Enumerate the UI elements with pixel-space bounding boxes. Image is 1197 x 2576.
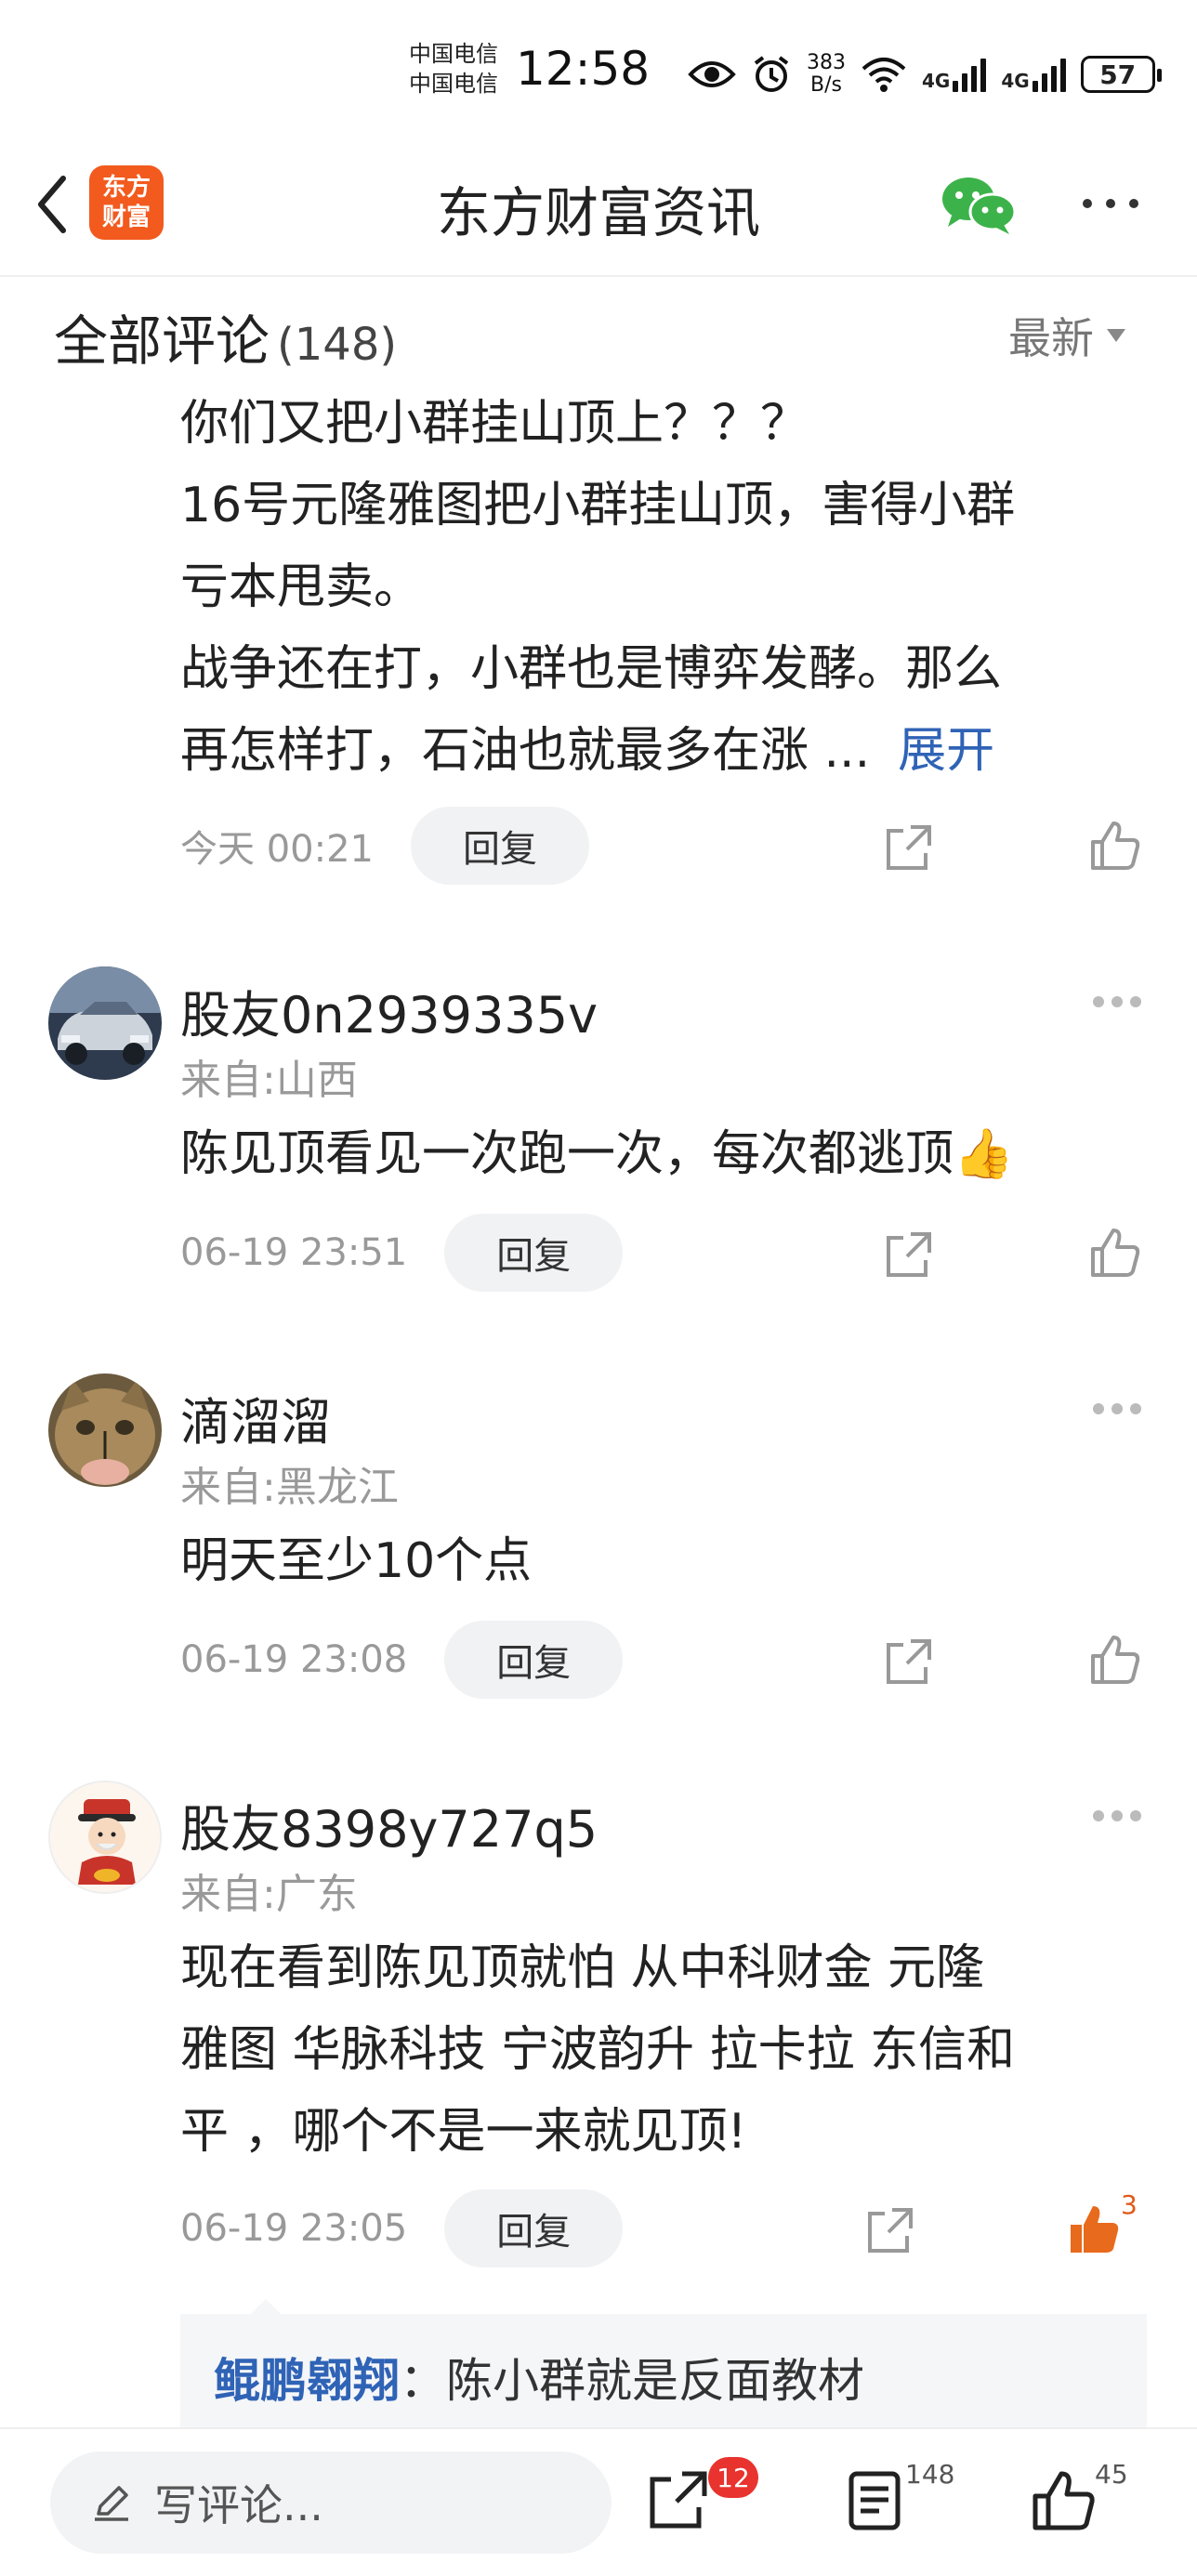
avatar[interactable]	[48, 966, 162, 1080]
more-options-icon[interactable]	[1093, 1403, 1149, 1422]
app-logo[interactable]: 东方 财富	[89, 165, 164, 240]
comment-line: 你们又把小群挂山顶上？？？	[180, 396, 809, 452]
sub-reply-pointer	[251, 2299, 281, 2314]
logo-line-2: 财富	[101, 204, 151, 231]
share-icon[interactable]	[883, 1636, 935, 1688]
sub-reply-text: 陈小群就是反面教材	[446, 2354, 864, 2408]
comment-time: 06-19 23:08	[180, 1638, 408, 1681]
avatar[interactable]	[48, 1781, 162, 1894]
like-count: 45	[1095, 2459, 1128, 2490]
fortune-god-avatar-image	[50, 1782, 160, 1892]
signal-bars-icon	[1032, 57, 1066, 92]
page-title: 东方财富资讯	[436, 181, 760, 244]
comment-time: 06-19 23:51	[180, 1231, 408, 1274]
comment-line: 16号元隆雅图把小群挂山顶，害得小群	[180, 478, 1016, 533]
comment-meta: 今天 00:21 回复	[180, 807, 589, 885]
eye-icon	[688, 61, 736, 87]
comment-line: 现在看到陈见顶就怕 从中科财金 元隆	[180, 1940, 985, 1996]
reply-button[interactable]: 回复	[444, 1621, 624, 1699]
expand-link[interactable]: 展开	[898, 723, 994, 779]
alarm-icon	[754, 56, 789, 92]
more-icon[interactable]	[1078, 180, 1143, 227]
comment-line: 亏本甩卖。	[180, 559, 423, 615]
reply-button[interactable]: 回复	[444, 1214, 624, 1292]
username[interactable]: 股友8398y727q5	[180, 1788, 598, 1861]
liked-icon[interactable]	[1067, 2202, 1121, 2256]
more-options-icon[interactable]	[1093, 1810, 1149, 1829]
signal-1-label: 4G	[922, 70, 951, 92]
comment-time: 今天 00:21	[180, 828, 374, 871]
logo-line-1: 东方	[101, 174, 151, 202]
status-time: 12:58	[516, 42, 651, 96]
comment-line: 战争还在打，小群也是博弈发酵。那么	[180, 641, 1003, 697]
comment-line-last: 再怎样打，石油也就最多在涨 ... 展开	[180, 723, 995, 779]
car-avatar-image	[48, 966, 162, 1080]
chevron-down-icon	[1107, 329, 1125, 342]
comment-line: 平 ，哪个不是一来就见顶!	[180, 2104, 747, 2160]
user-location: 来自:山西	[180, 1057, 358, 1104]
comments-header: 全部评论 (148)	[54, 297, 397, 375]
comment-text: 陈见顶看见一次跑一次，每次都逃顶👍	[180, 1126, 1014, 1182]
comments-count: (148)	[277, 319, 398, 371]
share-badge: 12	[708, 2457, 758, 2498]
avatar[interactable]	[48, 1373, 162, 1487]
wifi-icon	[862, 58, 906, 92]
net-speed: 383 B/s	[807, 52, 846, 97]
username[interactable]: 股友0n2939335v	[180, 974, 598, 1047]
edit-icon	[95, 2486, 128, 2521]
sort-dropdown[interactable]: 最新	[1008, 305, 1125, 366]
user-location: 来自:黑龙江	[180, 1464, 399, 1511]
share-icon[interactable]	[864, 2204, 916, 2256]
carrier-1: 中国电信	[409, 41, 498, 67]
battery-level: 57	[1099, 59, 1137, 90]
comments-title: 全部评论	[54, 309, 270, 373]
comment-meta: 06-19 23:05 回复	[180, 2189, 624, 2267]
carrier-info: 中国电信 中国电信	[409, 39, 498, 99]
back-icon[interactable]	[26, 167, 82, 242]
cat-avatar-image	[48, 1373, 162, 1487]
write-comment-placeholder: 写评论...	[154, 2480, 323, 2530]
app-header: 东方 财富 东方财富资讯	[0, 139, 1197, 277]
battery-icon: 57	[1080, 56, 1162, 93]
net-speed-value: 383	[807, 51, 846, 74]
signal-2: 4G	[1001, 57, 1066, 92]
comment-line: 雅图 华脉科技 宁波韵升 拉卡拉 东信和	[180, 2022, 1016, 2078]
comment-meta: 06-19 23:51 回复	[180, 1214, 624, 1292]
status-icons: 383 B/s 4G 4G 57	[688, 46, 1162, 102]
reply-button[interactable]: 回复	[411, 807, 589, 885]
comment-meta: 06-19 23:08 回复	[180, 1621, 624, 1699]
like-icon[interactable]	[1087, 1632, 1141, 1686]
page-title-wrap: 东方财富资讯	[0, 169, 1197, 247]
sub-reply-separator: ：	[400, 2354, 446, 2408]
sub-reply-user[interactable]: 鲲鹏翱翔	[214, 2354, 400, 2408]
carrier-2: 中国电信	[409, 71, 498, 97]
write-comment-input[interactable]: 写评论...	[50, 2451, 612, 2554]
comment-count: 148	[905, 2459, 955, 2490]
like-icon[interactable]	[1087, 1225, 1141, 1279]
username[interactable]: 滴溜溜	[180, 1381, 331, 1454]
reply-button[interactable]: 回复	[444, 2189, 624, 2267]
comment-time: 06-19 23:05	[180, 2207, 408, 2250]
share-icon[interactable]	[883, 1229, 935, 1281]
user-location: 来自:广东	[180, 1871, 358, 1918]
signal-bars-icon	[953, 57, 987, 92]
like-icon[interactable]	[1087, 818, 1141, 872]
signal-2-label: 4G	[1001, 70, 1030, 92]
signal-1: 4G	[922, 57, 987, 92]
sub-reply[interactable]: 鲲鹏翱翔：陈小群就是反面教材	[180, 2314, 1147, 2435]
share-icon[interactable]	[645, 2466, 712, 2533]
comment-text: 你们又把小群挂山顶上？？？ 16号元隆雅图把小群挂山顶，害得小群 亏本甩卖。 战…	[180, 383, 1138, 792]
share-icon[interactable]	[883, 821, 935, 874]
more-options-icon[interactable]	[1093, 996, 1149, 1015]
like-icon[interactable]	[1030, 2466, 1097, 2533]
comment-text: 现在看到陈见顶就怕 从中科财金 元隆 雅图 华脉科技 宁波韵升 拉卡拉 东信和 …	[180, 1927, 1138, 2173]
net-speed-unit: B/s	[810, 73, 842, 97]
bottom-bar: 写评论... 12 148 45	[0, 2427, 1197, 2576]
comment-text: 明天至少10个点	[180, 1533, 533, 1589]
sort-label: 最新	[1008, 313, 1094, 363]
status-bar: 中国电信 中国电信 12:58 383 B/s 4G 4G 57	[0, 0, 1197, 139]
wechat-icon[interactable]	[939, 173, 1017, 236]
like-count: 3	[1121, 2189, 1138, 2220]
comment-list-icon[interactable]	[842, 2466, 909, 2533]
